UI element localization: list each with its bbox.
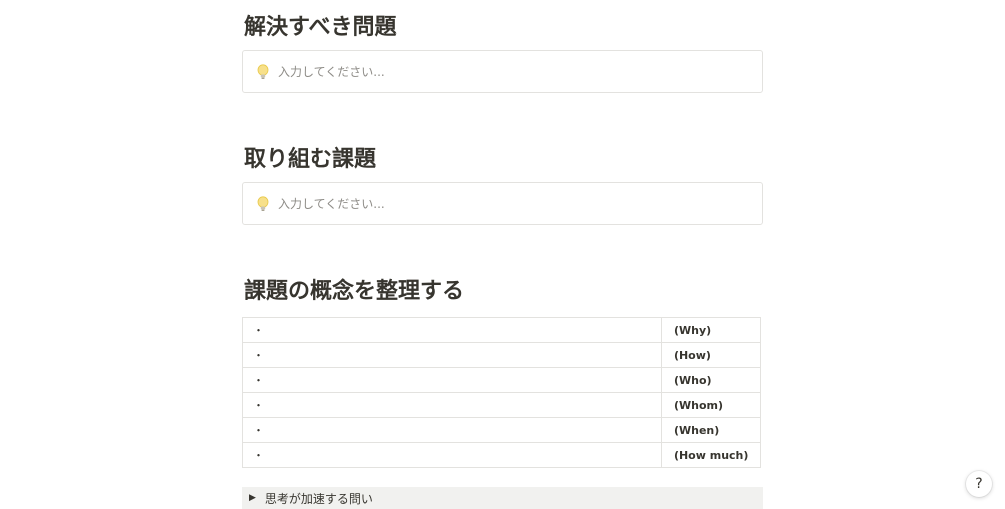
- table-cell-bullet[interactable]: ・: [242, 442, 662, 468]
- toggle-label: 思考が加速する問い: [264, 491, 373, 506]
- callout-problem-wrap: 入力してください...: [242, 50, 763, 93]
- table-cell-label[interactable]: (Who): [660, 367, 762, 393]
- concept-table: ・ (Why) ・ (How) ・ (Who) ・ (Whom) ・ (When…: [242, 317, 762, 468]
- lightbulb-icon: [256, 63, 270, 80]
- lightbulb-icon: [256, 195, 270, 212]
- table-row: ・ (Whom): [242, 392, 762, 418]
- callout-problem-placeholder: 入力してください...: [278, 65, 385, 79]
- table-row: ・ (When): [242, 417, 762, 443]
- heading-issue: 取り組む課題: [244, 147, 377, 172]
- section-problem: 解決すべき問題: [242, 13, 763, 43]
- table-cell-label[interactable]: (When): [660, 417, 762, 443]
- table-cell-bullet[interactable]: ・: [242, 417, 662, 443]
- heading-concept: 課題の概念を整理する: [244, 279, 465, 304]
- section-concept: 課題の概念を整理する: [242, 277, 763, 307]
- page: 解決すべき問題 入力してください... 取り組む課題 入力してください... 課…: [0, 0, 1005, 509]
- table-cell-bullet[interactable]: ・: [242, 392, 662, 418]
- table-row: ・ (Why): [242, 317, 762, 343]
- table-cell-label[interactable]: (Why): [660, 317, 762, 343]
- toggle-questions[interactable]: ▶ 思考が加速する問い: [242, 487, 763, 509]
- table-cell-bullet[interactable]: ・: [242, 367, 662, 393]
- table-cell-bullet[interactable]: ・: [242, 342, 662, 368]
- table-cell-label[interactable]: (How much): [660, 442, 762, 468]
- heading-problem: 解決すべき問題: [244, 15, 397, 40]
- toggle-wrap: ▶ 思考が加速する問い: [242, 487, 763, 509]
- triangle-right-icon[interactable]: ▶: [249, 493, 256, 503]
- table-cell-label[interactable]: (Whom): [660, 392, 762, 418]
- help-button-label: ?: [975, 476, 983, 492]
- table-cell-label[interactable]: (How): [660, 342, 762, 368]
- callout-issue-placeholder: 入力してください...: [278, 197, 385, 211]
- callout-problem[interactable]: 入力してください...: [242, 50, 763, 93]
- callout-issue-wrap: 入力してください...: [242, 182, 763, 225]
- concept-table-wrap: ・ (Why) ・ (How) ・ (Who) ・ (Whom) ・ (When…: [242, 317, 763, 468]
- callout-issue[interactable]: 入力してください...: [242, 182, 763, 225]
- table-cell-bullet[interactable]: ・: [242, 317, 662, 343]
- table-row: ・ (How): [242, 342, 762, 368]
- table-row: ・ (How much): [242, 442, 762, 468]
- section-issue: 取り組む課題: [242, 145, 763, 175]
- help-button[interactable]: ?: [966, 471, 992, 497]
- table-row: ・ (Who): [242, 367, 762, 393]
